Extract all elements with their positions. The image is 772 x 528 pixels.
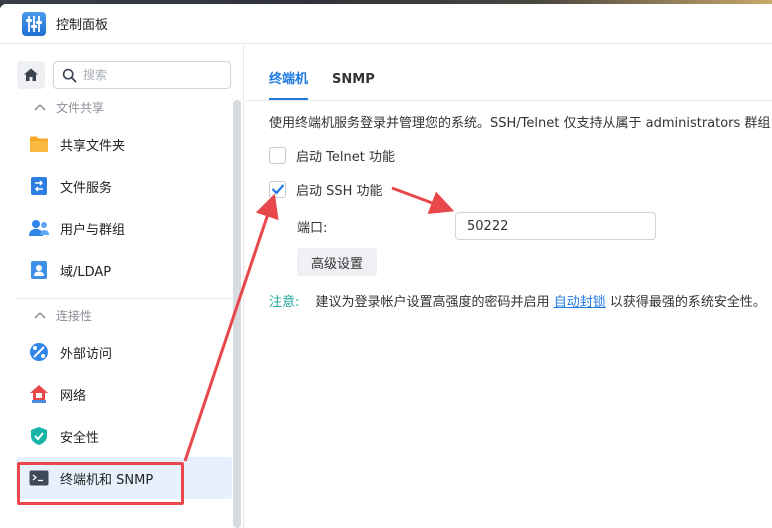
- external-access-icon: [28, 341, 50, 363]
- highlight-box: [17, 462, 184, 505]
- file-services-icon: [28, 175, 50, 197]
- sidebar-scrollbar[interactable]: [233, 100, 241, 528]
- sidebar-item-external-access[interactable]: 外部访问: [16, 331, 232, 373]
- sidebar: 文件共享 共享文件夹 文件服务 用户与群组 域/LDAP: [0, 45, 244, 528]
- telnet-checkbox[interactable]: [269, 146, 286, 164]
- search-icon: [62, 68, 77, 82]
- title-bar: 控制面板: [0, 4, 772, 44]
- home-button[interactable]: [17, 61, 45, 89]
- sidebar-item-users-groups[interactable]: 用户与群组: [16, 207, 232, 249]
- ssh-label[interactable]: 启动 SSH 功能: [296, 180, 383, 199]
- domain-icon: [28, 259, 50, 281]
- checkmark-icon: [271, 184, 284, 195]
- sidebar-item-shared-folder[interactable]: 共享文件夹: [16, 123, 232, 165]
- tab-bar: 终端机 SNMP: [245, 45, 772, 101]
- tab-terminal[interactable]: 终端机: [269, 68, 309, 100]
- section-header-file-sharing[interactable]: 文件共享: [0, 91, 243, 123]
- port-input[interactable]: [455, 212, 656, 240]
- terminal-description: 使用终端机服务登录并管理您的系统。SSH/Telnet 仅支持从属于 admin…: [269, 116, 771, 131]
- telnet-label[interactable]: 启动 Telnet 功能: [296, 146, 395, 165]
- security-note: 注意: 建议为登录帐户设置高强度的密码并启用 自动封锁 以获得最强的系统安全性。: [269, 291, 772, 310]
- sidebar-item-file-services[interactable]: 文件服务: [16, 165, 232, 207]
- home-icon: [24, 68, 38, 81]
- port-label: 端口:: [297, 220, 328, 236]
- sidebar-item-security[interactable]: 安全性: [16, 415, 232, 457]
- main-content: 终端机 SNMP 使用终端机服务登录并管理您的系统。SSH/Telnet 仅支持…: [245, 45, 772, 528]
- window-title: 控制面板: [56, 18, 109, 33]
- note-label: 注意:: [269, 295, 300, 310]
- ssh-checkbox[interactable]: [269, 180, 286, 198]
- section-header-connectivity[interactable]: 连接性: [0, 299, 243, 331]
- note-text-after: 以获得最强的系统安全性。: [609, 295, 766, 310]
- users-icon: [28, 217, 50, 239]
- tab-snmp[interactable]: SNMP: [332, 72, 375, 100]
- sidebar-item-domain-ldap[interactable]: 域/LDAP: [16, 249, 232, 291]
- search-box[interactable]: [53, 61, 231, 89]
- control-panel-icon: [22, 11, 46, 36]
- folder-icon: [28, 133, 50, 155]
- control-panel-window: 控制面板 文件共享 共享文件夹: [0, 4, 772, 528]
- auto-block-link[interactable]: 自动封锁: [554, 295, 606, 310]
- note-text-before: 建议为登录帐户设置高强度的密码并启用: [315, 295, 550, 310]
- chevron-up-icon: [34, 103, 46, 111]
- chevron-up-icon: [34, 311, 46, 319]
- advanced-settings-button[interactable]: 高级设置: [297, 248, 377, 276]
- sidebar-item-network[interactable]: 网络: [16, 373, 232, 415]
- network-icon: [28, 383, 50, 405]
- search-input[interactable]: [83, 68, 213, 82]
- shield-icon: [28, 425, 50, 447]
